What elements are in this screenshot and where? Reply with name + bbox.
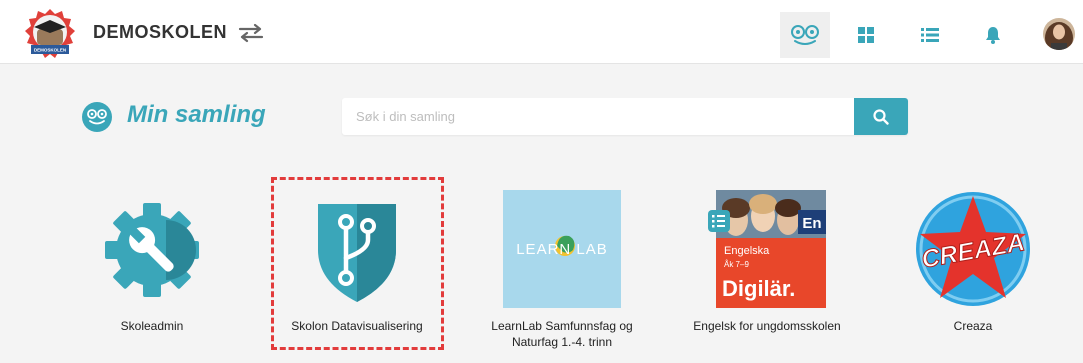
app-name: Engelsk for ungdomsskolen bbox=[693, 319, 841, 333]
bell-icon bbox=[986, 27, 1000, 44]
school-logo[interactable]: DEMOSKOLEN bbox=[24, 8, 76, 60]
search-input[interactable] bbox=[342, 98, 854, 135]
page-title: Min samling bbox=[127, 101, 266, 128]
creaza-logo: CREAZA bbox=[916, 192, 1030, 306]
grid-view-button[interactable] bbox=[841, 12, 891, 58]
school-name: DEMOSKOLEN bbox=[93, 22, 228, 42]
learnlab-logo: LEARN LAB bbox=[503, 190, 621, 308]
search-button[interactable] bbox=[854, 98, 908, 135]
app-name: LearnLab Samfunnsfag og Naturfag 1.-4. t… bbox=[491, 319, 633, 349]
notifications-button[interactable] bbox=[968, 12, 1018, 58]
app-name: Skolon Datavisualisering bbox=[291, 319, 423, 333]
cover-brand: Digilär. bbox=[722, 276, 795, 301]
cover-badge: En bbox=[802, 215, 821, 232]
grid-icon bbox=[858, 27, 874, 43]
digilar-book-cover: En Engelska Åk 7–9 Digilär. bbox=[708, 190, 826, 308]
search-icon bbox=[873, 108, 889, 125]
logo-banner-text: DEMOSKOLEN bbox=[34, 48, 66, 53]
app-tile-learnlab[interactable]: LEARN LAB LearnLab Samfunnsfag og Naturf… bbox=[472, 190, 652, 350]
cover-title: Engelska bbox=[724, 245, 770, 257]
app-tile-skolon-datavisualisering[interactable]: Skolon Datavisualisering bbox=[267, 190, 447, 334]
top-bar: DEMOSKOLEN DEMOSKOLEN bbox=[0, 0, 1083, 64]
list-icon bbox=[921, 28, 939, 42]
collection-icon bbox=[791, 25, 819, 45]
cover-grade: Åk 7–9 bbox=[724, 260, 749, 269]
list-view-button[interactable] bbox=[905, 12, 955, 58]
app-name: Creaza bbox=[953, 319, 993, 333]
switch-icon[interactable] bbox=[238, 22, 264, 44]
learnlab-wordmark: LEARN LAB bbox=[516, 241, 608, 258]
shield-branch-icon bbox=[318, 204, 396, 302]
app-name: Skoleadmin bbox=[120, 319, 184, 333]
gear-wrench-icon bbox=[105, 203, 199, 297]
user-avatar[interactable] bbox=[1043, 18, 1075, 50]
app-tile-creaza[interactable]: CREAZA Creaza bbox=[883, 190, 1063, 334]
collection-icon bbox=[82, 102, 112, 132]
app-tile-engelsk[interactable]: En Engelska Åk 7–9 Digilär. Engelsk for … bbox=[677, 190, 857, 334]
search-bar bbox=[342, 98, 908, 135]
collection-nav-button[interactable] bbox=[780, 12, 830, 58]
app-tile-skoleadmin[interactable]: Skoleadmin bbox=[62, 190, 242, 334]
